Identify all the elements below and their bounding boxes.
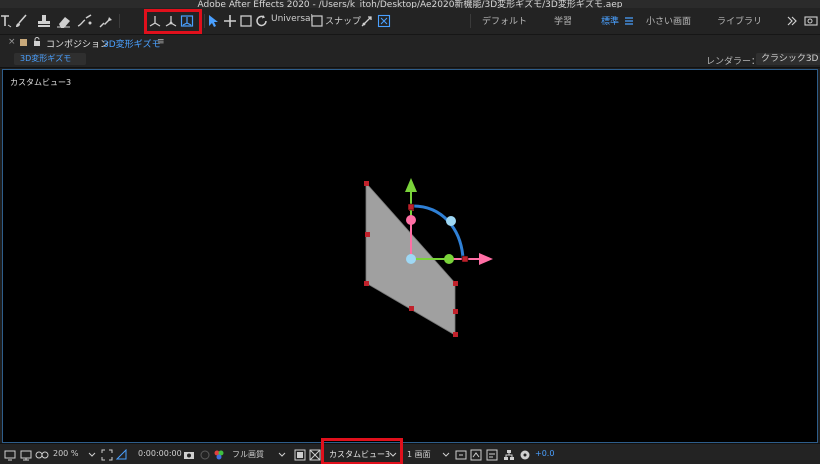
exposure-value[interactable]: +0.0 — [535, 449, 554, 458]
puppet-pin-tool-icon[interactable] — [98, 12, 114, 30]
layer-handle — [365, 232, 370, 237]
layer-handle — [409, 306, 414, 311]
selection-tool-icon[interactable] — [207, 12, 219, 30]
rotation-handle — [446, 216, 456, 226]
layer-handle — [461, 255, 469, 263]
composition-color-swatch — [20, 39, 27, 46]
snap-to-feather-icon[interactable] — [377, 12, 391, 30]
search-help-icon[interactable] — [804, 12, 818, 30]
panel-label: コンポジション — [46, 40, 110, 50]
layer-handle — [364, 181, 369, 186]
snap-checkbox[interactable] — [311, 12, 323, 30]
zoom-region-tool-icon[interactable] — [240, 12, 252, 30]
zoom-chevron-down-icon[interactable] — [88, 449, 96, 461]
grid-guide-icon[interactable] — [116, 449, 128, 461]
y-rotation-handle — [444, 254, 454, 264]
toolbar-divider — [204, 14, 205, 28]
snap-label[interactable]: スナップ — [325, 14, 361, 27]
layer-handle — [453, 281, 458, 286]
vr-glasses-icon[interactable] — [35, 449, 49, 461]
current-timecode[interactable]: 0:00:00:00 — [138, 449, 182, 458]
type-tool-icon[interactable] — [0, 12, 12, 30]
timeline-icon[interactable] — [486, 449, 498, 461]
zoom-select[interactable]: 200 % — [53, 449, 78, 458]
title-bar: Adobe After Effects 2020 - /Users/k_itoh… — [0, 0, 820, 8]
layer-handle — [407, 203, 415, 211]
pixel-aspect-icon[interactable] — [455, 449, 467, 461]
workspace-libraries[interactable]: ライブラリ — [717, 14, 762, 27]
tools-toolbar: Universal スナップ デフォルト 学習 標準 小さい画面 ライブラリ — [0, 8, 820, 34]
window-title: Adobe After Effects 2020 - /Users/k_itoh… — [197, 0, 623, 8]
view-layout-select[interactable]: 1 画面 — [407, 449, 431, 460]
primary-viewer-icon[interactable] — [20, 449, 32, 461]
composition-tab[interactable]: 3D変形ギズモ — [14, 53, 86, 65]
x-axis-arrow — [479, 253, 493, 265]
workspace-default[interactable]: デフォルト — [482, 14, 527, 27]
roto-brush-tool-icon[interactable] — [76, 12, 94, 30]
clone-stamp-tool-icon[interactable] — [36, 12, 52, 30]
panel-comp-name[interactable]: 3D変形ギズモ — [103, 37, 161, 50]
view-select-highlight-box — [321, 438, 403, 464]
snap-options-icon[interactable] — [360, 12, 374, 30]
color-channels-icon[interactable] — [213, 449, 225, 461]
3d-layer-gizmo[interactable] — [3, 70, 817, 442]
brush-tool-icon[interactable] — [14, 12, 28, 30]
resolution-select[interactable]: フル画質 — [232, 449, 264, 460]
layer-handle — [453, 332, 458, 337]
fit-frame-icon[interactable] — [101, 449, 113, 461]
anchor-point — [406, 254, 416, 264]
z-axis-handle — [406, 215, 416, 225]
layout-chevron-down-icon[interactable] — [442, 449, 450, 461]
workspace-learn[interactable]: 学習 — [554, 14, 572, 27]
resolution-chevron-down-icon[interactable] — [278, 449, 286, 461]
composition-panel-header: × コンポジション 3D変形ギズモ ≡ — [0, 34, 820, 50]
renderer-select[interactable]: クラシック3D — [756, 53, 820, 65]
region-of-interest-icon[interactable] — [294, 449, 306, 461]
axis-mode-label[interactable]: Universal — [271, 14, 313, 24]
workspace-small-screen[interactable]: 小さい画面 — [646, 14, 691, 27]
eraser-tool-icon[interactable] — [56, 12, 72, 30]
close-panel-icon[interactable]: × — [8, 37, 16, 47]
reset-exposure-icon[interactable] — [519, 449, 531, 461]
hamburger-icon[interactable] — [624, 12, 634, 30]
axis-mode-highlight-box — [144, 9, 202, 34]
composition-tab-row: 3D変形ギズモ レンダラー： クラシック3D — [0, 50, 820, 68]
fast-previews-icon[interactable] — [470, 449, 482, 461]
toolbar-divider — [119, 14, 120, 28]
toolbar-divider — [470, 14, 471, 28]
hand-tool-icon[interactable] — [223, 12, 237, 30]
renderer-label: レンダラー： — [706, 57, 761, 67]
lock-icon[interactable] — [33, 37, 41, 50]
always-preview-icon[interactable] — [4, 449, 16, 461]
flowchart-icon[interactable] — [503, 449, 515, 461]
transparency-grid-icon[interactable] — [309, 449, 321, 461]
rotation-tool-icon[interactable] — [255, 12, 269, 30]
panel-menu-icon[interactable]: ≡ — [157, 37, 165, 47]
y-axis-arrow — [405, 178, 417, 192]
layer-handle — [453, 309, 458, 314]
workspace-standard[interactable]: 標準 — [601, 14, 619, 27]
show-snapshot-icon[interactable] — [199, 449, 211, 461]
snapshot-camera-icon[interactable] — [183, 449, 195, 461]
composition-viewer[interactable]: カスタムビュー3 — [2, 69, 818, 443]
layer-handle — [364, 281, 369, 286]
viewer-bottom-bar: 200 % 0:00:00:00 フル画質 カスタムビュー3 1 画面 +0.0 — [0, 438, 820, 464]
chevrons-right-icon[interactable] — [786, 12, 798, 30]
